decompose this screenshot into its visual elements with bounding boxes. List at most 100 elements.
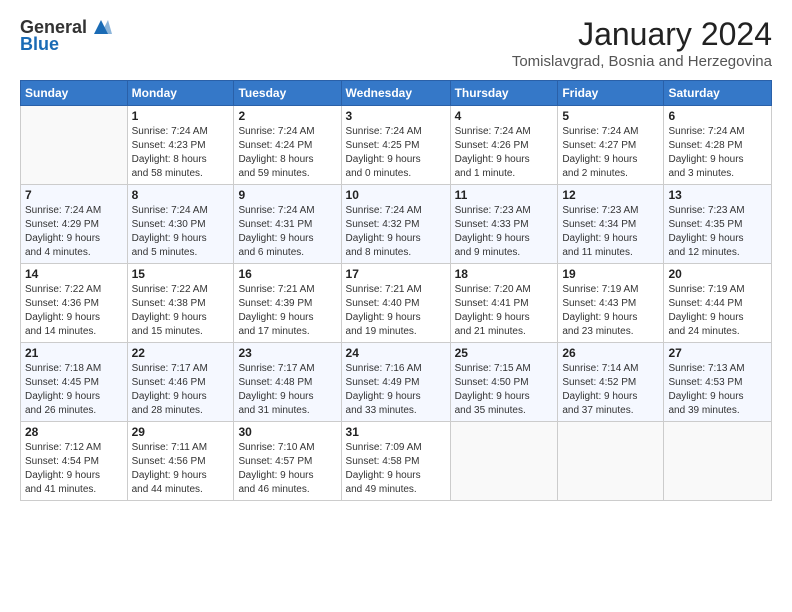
day-info: Sunrise: 7:16 AM Sunset: 4:49 PM Dayligh… bbox=[346, 362, 446, 418]
day-number: 5 bbox=[562, 109, 659, 123]
calendar-cell bbox=[450, 422, 558, 501]
day-number: 24 bbox=[346, 346, 446, 360]
calendar-cell: 17Sunrise: 7:21 AM Sunset: 4:40 PM Dayli… bbox=[341, 264, 450, 343]
day-info: Sunrise: 7:17 AM Sunset: 4:46 PM Dayligh… bbox=[132, 362, 230, 418]
calendar-cell: 1 Sunrise: 7:24 AM Sunset: 4:23 PM Daylig… bbox=[127, 106, 234, 185]
day-number: 7 bbox=[25, 188, 123, 202]
page: General Blue January 2024 Tomislavgrad, … bbox=[0, 0, 792, 612]
calendar-cell: 13Sunrise: 7:23 AM Sunset: 4:35 PM Dayli… bbox=[664, 185, 772, 264]
calendar-cell: 16 Sunrise: 7:21 AM Sunset: 4:39 PM Dayli… bbox=[234, 264, 341, 343]
day-number: 10 bbox=[346, 188, 446, 202]
weekday-header-thursday: Thursday bbox=[450, 81, 558, 106]
day-info: Sunrise: 7:24 AM Sunset: 4:27 PM Dayligh… bbox=[562, 125, 659, 181]
calendar-cell bbox=[664, 422, 772, 501]
calendar-cell: 27 Sunrise: 7:13 AM Sunset: 4:53 PM Dayli… bbox=[664, 343, 772, 422]
calendar-cell: 31 Sunrise: 7:09 AM Sunset: 4:58 PM Dayli… bbox=[341, 422, 450, 501]
calendar-cell: 20 Sunrise: 7:19 AM Sunset: 4:44 PM Dayli… bbox=[664, 264, 772, 343]
calendar-cell: 6 Sunrise: 7:24 AM Sunset: 4:28 PM Daylig… bbox=[664, 106, 772, 185]
day-info: Sunrise: 7:24 AM Sunset: 4:25 PM Dayligh… bbox=[346, 125, 446, 181]
calendar-cell: 30Sunrise: 7:10 AM Sunset: 4:57 PM Dayli… bbox=[234, 422, 341, 501]
week-row-2: 7 Sunrise: 7:24 AM Sunset: 4:29 PM Daylig… bbox=[21, 185, 772, 264]
day-number: 31 bbox=[346, 425, 446, 439]
day-info: Sunrise: 7:23 AM Sunset: 4:35 PM Dayligh… bbox=[668, 204, 767, 260]
day-info: Sunrise: 7:18 AM Sunset: 4:45 PM Dayligh… bbox=[25, 362, 123, 418]
day-number: 16 bbox=[238, 267, 336, 281]
day-info: Sunrise: 7:24 AM Sunset: 4:29 PM Dayligh… bbox=[25, 204, 123, 260]
calendar-cell: 19 Sunrise: 7:19 AM Sunset: 4:43 PM Dayli… bbox=[558, 264, 664, 343]
calendar-cell: 8Sunrise: 7:24 AM Sunset: 4:30 PM Daylig… bbox=[127, 185, 234, 264]
day-info: Sunrise: 7:23 AM Sunset: 4:34 PM Dayligh… bbox=[562, 204, 659, 260]
weekday-header-wednesday: Wednesday bbox=[341, 81, 450, 106]
calendar-body: 1 Sunrise: 7:24 AM Sunset: 4:23 PM Daylig… bbox=[21, 106, 772, 501]
day-number: 26 bbox=[562, 346, 659, 360]
calendar-cell: 4 Sunrise: 7:24 AM Sunset: 4:26 PM Daylig… bbox=[450, 106, 558, 185]
day-info: Sunrise: 7:13 AM Sunset: 4:53 PM Dayligh… bbox=[668, 362, 767, 418]
location-subtitle: Tomislavgrad, Bosnia and Herzegovina bbox=[512, 53, 772, 70]
day-info: Sunrise: 7:24 AM Sunset: 4:26 PM Dayligh… bbox=[455, 125, 554, 181]
weekday-header-tuesday: Tuesday bbox=[234, 81, 341, 106]
day-info: Sunrise: 7:14 AM Sunset: 4:52 PM Dayligh… bbox=[562, 362, 659, 418]
day-number: 27 bbox=[668, 346, 767, 360]
calendar-cell: 14 Sunrise: 7:22 AM Sunset: 4:36 PM Dayli… bbox=[21, 264, 128, 343]
day-number: 1 bbox=[132, 109, 230, 123]
week-row-4: 21Sunrise: 7:18 AM Sunset: 4:45 PM Dayli… bbox=[21, 343, 772, 422]
day-info: Sunrise: 7:24 AM Sunset: 4:23 PM Dayligh… bbox=[132, 125, 230, 181]
calendar-cell: 23Sunrise: 7:17 AM Sunset: 4:48 PM Dayli… bbox=[234, 343, 341, 422]
day-number: 2 bbox=[238, 109, 336, 123]
weekday-header-sunday: Sunday bbox=[21, 81, 128, 106]
day-info: Sunrise: 7:24 AM Sunset: 4:24 PM Dayligh… bbox=[238, 125, 336, 181]
day-info: Sunrise: 7:22 AM Sunset: 4:36 PM Dayligh… bbox=[25, 283, 123, 339]
day-number: 3 bbox=[346, 109, 446, 123]
weekday-header-friday: Friday bbox=[558, 81, 664, 106]
weekday-header-row: SundayMondayTuesdayWednesdayThursdayFrid… bbox=[21, 81, 772, 106]
day-info: Sunrise: 7:24 AM Sunset: 4:30 PM Dayligh… bbox=[132, 204, 230, 260]
header: General Blue January 2024 Tomislavgrad, … bbox=[20, 16, 772, 70]
calendar-cell: 22Sunrise: 7:17 AM Sunset: 4:46 PM Dayli… bbox=[127, 343, 234, 422]
calendar-table: SundayMondayTuesdayWednesdayThursdayFrid… bbox=[20, 80, 772, 501]
calendar-cell: 29Sunrise: 7:11 AM Sunset: 4:56 PM Dayli… bbox=[127, 422, 234, 501]
day-number: 12 bbox=[562, 188, 659, 202]
calendar-cell: 2 Sunrise: 7:24 AM Sunset: 4:24 PM Daylig… bbox=[234, 106, 341, 185]
title-block: January 2024 Tomislavgrad, Bosnia and He… bbox=[512, 16, 772, 70]
calendar-cell: 12 Sunrise: 7:23 AM Sunset: 4:34 PM Dayli… bbox=[558, 185, 664, 264]
day-number: 20 bbox=[668, 267, 767, 281]
day-info: Sunrise: 7:19 AM Sunset: 4:44 PM Dayligh… bbox=[668, 283, 767, 339]
calendar-cell: 28Sunrise: 7:12 AM Sunset: 4:54 PM Dayli… bbox=[21, 422, 128, 501]
day-info: Sunrise: 7:22 AM Sunset: 4:38 PM Dayligh… bbox=[132, 283, 230, 339]
calendar-cell: 3 Sunrise: 7:24 AM Sunset: 4:25 PM Daylig… bbox=[341, 106, 450, 185]
calendar-cell: 5 Sunrise: 7:24 AM Sunset: 4:27 PM Daylig… bbox=[558, 106, 664, 185]
day-info: Sunrise: 7:11 AM Sunset: 4:56 PM Dayligh… bbox=[132, 441, 230, 497]
calendar-cell: 11Sunrise: 7:23 AM Sunset: 4:33 PM Dayli… bbox=[450, 185, 558, 264]
calendar-cell: 15 Sunrise: 7:22 AM Sunset: 4:38 PM Dayli… bbox=[127, 264, 234, 343]
calendar-cell bbox=[21, 106, 128, 185]
day-info: Sunrise: 7:19 AM Sunset: 4:43 PM Dayligh… bbox=[562, 283, 659, 339]
calendar-header: SundayMondayTuesdayWednesdayThursdayFrid… bbox=[21, 81, 772, 106]
day-number: 4 bbox=[455, 109, 554, 123]
logo-icon bbox=[90, 16, 112, 38]
weekday-header-saturday: Saturday bbox=[664, 81, 772, 106]
day-number: 18 bbox=[455, 267, 554, 281]
day-number: 30 bbox=[238, 425, 336, 439]
day-info: Sunrise: 7:17 AM Sunset: 4:48 PM Dayligh… bbox=[238, 362, 336, 418]
calendar-cell: 18 Sunrise: 7:20 AM Sunset: 4:41 PM Dayli… bbox=[450, 264, 558, 343]
week-row-1: 1 Sunrise: 7:24 AM Sunset: 4:23 PM Daylig… bbox=[21, 106, 772, 185]
day-number: 15 bbox=[132, 267, 230, 281]
calendar-cell: 10Sunrise: 7:24 AM Sunset: 4:32 PM Dayli… bbox=[341, 185, 450, 264]
day-info: Sunrise: 7:24 AM Sunset: 4:28 PM Dayligh… bbox=[668, 125, 767, 181]
calendar-cell: 7 Sunrise: 7:24 AM Sunset: 4:29 PM Daylig… bbox=[21, 185, 128, 264]
month-title: January 2024 bbox=[512, 16, 772, 53]
day-number: 9 bbox=[238, 188, 336, 202]
calendar-cell: 21Sunrise: 7:18 AM Sunset: 4:45 PM Dayli… bbox=[21, 343, 128, 422]
day-number: 14 bbox=[25, 267, 123, 281]
day-info: Sunrise: 7:15 AM Sunset: 4:50 PM Dayligh… bbox=[455, 362, 554, 418]
day-info: Sunrise: 7:09 AM Sunset: 4:58 PM Dayligh… bbox=[346, 441, 446, 497]
day-info: Sunrise: 7:21 AM Sunset: 4:39 PM Dayligh… bbox=[238, 283, 336, 339]
day-info: Sunrise: 7:12 AM Sunset: 4:54 PM Dayligh… bbox=[25, 441, 123, 497]
week-row-3: 14 Sunrise: 7:22 AM Sunset: 4:36 PM Dayli… bbox=[21, 264, 772, 343]
calendar-cell bbox=[558, 422, 664, 501]
day-number: 19 bbox=[562, 267, 659, 281]
day-number: 6 bbox=[668, 109, 767, 123]
day-info: Sunrise: 7:20 AM Sunset: 4:41 PM Dayligh… bbox=[455, 283, 554, 339]
logo: General Blue bbox=[20, 16, 112, 55]
day-number: 25 bbox=[455, 346, 554, 360]
